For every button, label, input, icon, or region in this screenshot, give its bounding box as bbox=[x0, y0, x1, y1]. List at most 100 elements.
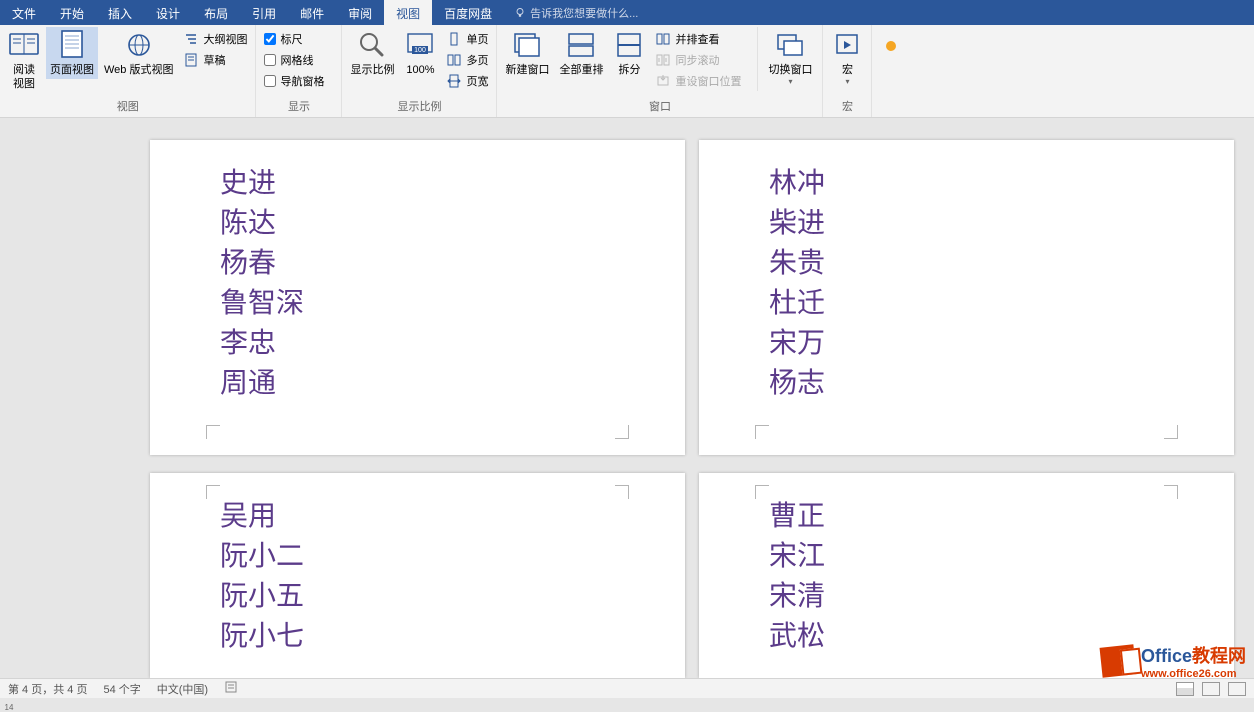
page-content[interactable]: 史进 陈达 杨春 鲁智深 李忠 周通 bbox=[220, 164, 625, 404]
side-by-side-button[interactable]: 并排查看 bbox=[653, 29, 749, 49]
menu-baidu[interactable]: 百度网盘 bbox=[432, 0, 504, 25]
document-page-1[interactable]: 史进 陈达 杨春 鲁智深 李忠 周通 bbox=[150, 140, 685, 455]
document-page-3[interactable]: 吴用 阮小二 阮小五 阮小七 bbox=[150, 473, 685, 678]
text-line[interactable]: 林冲 bbox=[769, 164, 1174, 204]
menu-design[interactable]: 设计 bbox=[144, 0, 192, 25]
gridlines-checkbox[interactable]: 网格线 bbox=[262, 50, 326, 70]
ruler-checkbox[interactable]: 标尺 bbox=[262, 29, 326, 49]
text-line[interactable]: 柴进 bbox=[769, 204, 1174, 244]
ribbon-group-macro: 宏 ▾ 宏 bbox=[823, 25, 872, 117]
ruler-v-tick: 14 bbox=[5, 703, 14, 712]
arrange-all-button[interactable]: 全部重排 bbox=[555, 27, 607, 79]
menu-insert[interactable]: 插入 bbox=[96, 0, 144, 25]
side-by-side-label: 并排查看 bbox=[675, 31, 719, 47]
view-read-icon[interactable] bbox=[1176, 682, 1194, 696]
reset-pos-button: 重设窗口位置 bbox=[653, 71, 749, 91]
split-button[interactable]: 拆分 bbox=[609, 27, 649, 79]
text-line[interactable]: 陈达 bbox=[220, 204, 625, 244]
draft-label: 草稿 bbox=[203, 52, 225, 68]
status-words[interactable]: 54 个字 bbox=[103, 681, 140, 697]
menu-bar: 文件 开始 插入 设计 布局 引用 邮件 审阅 视图 百度网盘 告诉我您想要做什… bbox=[0, 0, 1254, 25]
text-line[interactable]: 宋江 bbox=[769, 537, 1174, 577]
side-by-side-icon bbox=[656, 32, 670, 46]
menu-mail[interactable]: 邮件 bbox=[288, 0, 336, 25]
ribbon: 阅读 视图 页面视图 Web 版式视图 大纲视图 草稿 视图 bbox=[0, 25, 1254, 118]
text-line[interactable]: 杜迁 bbox=[769, 284, 1174, 324]
status-page[interactable]: 第 4 页，共 4 页 bbox=[8, 681, 87, 697]
draft-view-button[interactable]: 草稿 bbox=[181, 50, 249, 70]
macros-button[interactable]: 宏 ▾ bbox=[827, 27, 867, 89]
text-line[interactable]: 杨志 bbox=[769, 364, 1174, 404]
document-canvas[interactable]: 史进 陈达 杨春 鲁智深 李忠 周通 林冲 柴进 朱贵 杜迁 宋万 杨志 bbox=[0, 118, 1254, 678]
outline-label: 大纲视图 bbox=[203, 31, 247, 47]
web-layout-button[interactable]: Web 版式视图 bbox=[100, 27, 177, 79]
navpane-check-input[interactable] bbox=[264, 75, 276, 87]
zoom-button[interactable]: 显示比例 bbox=[346, 27, 398, 79]
text-line[interactable]: 吴用 bbox=[220, 497, 625, 537]
arrange-all-icon bbox=[567, 32, 595, 58]
text-line[interactable]: 阮小五 bbox=[220, 577, 625, 617]
crop-mark-icon bbox=[755, 425, 769, 439]
ribbon-group-show: 标尺 网格线 导航窗格 显示 bbox=[256, 25, 342, 117]
multi-page-button[interactable]: 多页 bbox=[444, 50, 490, 70]
zoom-100-button[interactable]: 100 100% bbox=[400, 27, 440, 79]
navpane-checkbox[interactable]: 导航窗格 bbox=[262, 71, 326, 91]
ruler-check-input[interactable] bbox=[264, 33, 276, 45]
outline-view-button[interactable]: 大纲视图 bbox=[181, 29, 249, 49]
menu-layout[interactable]: 布局 bbox=[192, 0, 240, 25]
text-line[interactable]: 周通 bbox=[220, 364, 625, 404]
page-content[interactable]: 曹正 宋江 宋清 武松 bbox=[769, 497, 1174, 657]
reading-view-icon bbox=[9, 32, 39, 58]
reading-view-label: 阅读 视图 bbox=[13, 63, 35, 91]
zoom-100-icon: 100 bbox=[405, 32, 435, 58]
menu-references[interactable]: 引用 bbox=[240, 0, 288, 25]
outline-icon bbox=[184, 32, 198, 46]
reading-view-button[interactable]: 阅读 视图 bbox=[4, 27, 44, 93]
text-line[interactable]: 鲁智深 bbox=[220, 284, 625, 324]
text-line[interactable]: 宋清 bbox=[769, 577, 1174, 617]
reset-pos-label: 重设窗口位置 bbox=[675, 73, 741, 89]
tell-me-search[interactable]: 告诉我您想要做什么... bbox=[504, 0, 648, 25]
status-bar: 第 4 页，共 4 页 54 个字 中文(中国) bbox=[0, 678, 1254, 698]
web-layout-label: Web 版式视图 bbox=[104, 63, 173, 77]
svg-text:100: 100 bbox=[415, 47, 427, 54]
menu-home[interactable]: 开始 bbox=[48, 0, 96, 25]
text-line[interactable]: 曹正 bbox=[769, 497, 1174, 537]
split-icon bbox=[615, 32, 643, 58]
multi-page-label: 多页 bbox=[466, 52, 488, 68]
page-view-button[interactable]: 页面视图 bbox=[46, 27, 98, 79]
text-line[interactable]: 阮小七 bbox=[220, 617, 625, 657]
text-line[interactable]: 李忠 bbox=[220, 324, 625, 364]
text-line[interactable]: 宋万 bbox=[769, 324, 1174, 364]
watermark-logo-icon bbox=[1100, 644, 1137, 677]
status-language[interactable]: 中文(中国) bbox=[157, 681, 208, 697]
menu-view[interactable]: 视图 bbox=[384, 0, 432, 25]
view-print-icon[interactable] bbox=[1202, 682, 1220, 696]
text-line[interactable]: 阮小二 bbox=[220, 537, 625, 577]
text-line[interactable]: 朱贵 bbox=[769, 244, 1174, 284]
document-page-2[interactable]: 林冲 柴进 朱贵 杜迁 宋万 杨志 bbox=[699, 140, 1234, 455]
view-switcher bbox=[1176, 682, 1246, 696]
page-content[interactable]: 吴用 阮小二 阮小五 阮小七 bbox=[220, 497, 625, 657]
page-width-button[interactable]: 页宽 bbox=[444, 71, 490, 91]
new-window-icon bbox=[513, 32, 541, 58]
menu-review[interactable]: 审阅 bbox=[336, 0, 384, 25]
track-changes-icon[interactable] bbox=[224, 680, 238, 697]
gridlines-check-input[interactable] bbox=[264, 54, 276, 66]
new-window-button[interactable]: 新建窗口 bbox=[501, 27, 553, 79]
split-label: 拆分 bbox=[618, 63, 640, 77]
ribbon-group-views: 阅读 视图 页面视图 Web 版式视图 大纲视图 草稿 视图 bbox=[0, 25, 256, 117]
tell-me-text: 告诉我您想要做什么... bbox=[530, 5, 638, 21]
watermark: Office教程网 www.office26.com bbox=[1101, 642, 1246, 680]
text-line[interactable]: 史进 bbox=[220, 164, 625, 204]
crop-mark-icon bbox=[1164, 485, 1178, 499]
zoom-100-label: 100% bbox=[406, 63, 434, 77]
menu-file[interactable]: 文件 bbox=[0, 0, 48, 25]
text-line[interactable]: 杨春 bbox=[220, 244, 625, 284]
switch-window-button[interactable]: 切换窗口 ▾ bbox=[764, 27, 816, 89]
single-page-button[interactable]: 单页 bbox=[444, 29, 490, 49]
single-page-icon bbox=[447, 32, 461, 46]
group-macro-label: 宏 bbox=[827, 96, 867, 117]
page-content[interactable]: 林冲 柴进 朱贵 杜迁 宋万 杨志 bbox=[769, 164, 1174, 404]
view-web-icon[interactable] bbox=[1228, 682, 1246, 696]
